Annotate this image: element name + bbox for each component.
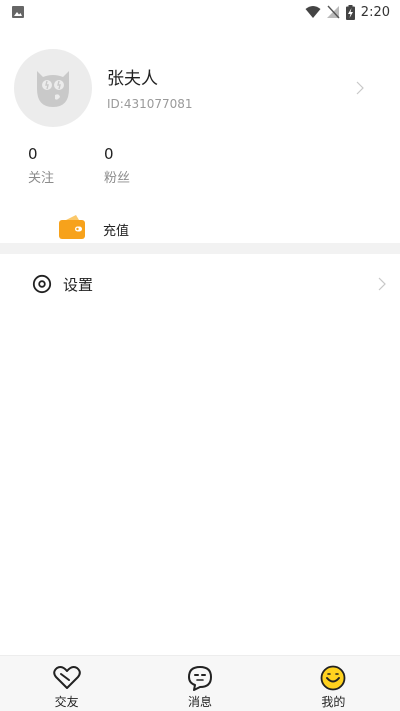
- user-id: ID:431077081: [107, 97, 193, 111]
- recharge-label: 充值: [103, 224, 130, 239]
- nav-label-me: 我的: [321, 695, 346, 709]
- nav-tab-friends[interactable]: 交友: [0, 656, 133, 711]
- username: 张夫人: [107, 69, 158, 89]
- bottom-nav: 交友 消息 我的: [0, 655, 400, 711]
- status-bar: 2:20: [0, 0, 400, 24]
- nav-tab-messages[interactable]: 消息: [133, 656, 266, 711]
- settings-icon: [32, 274, 52, 294]
- avatar[interactable]: [14, 49, 92, 127]
- fans-label: 粉丝: [104, 171, 131, 186]
- status-time: 2:20: [360, 4, 390, 20]
- battery-charging-icon: [345, 4, 355, 20]
- profile-screen: 2:20 张夫人 ID:431077081 0 关注 0 粉丝 充值 设置 交友…: [0, 0, 400, 711]
- default-avatar-icon: [37, 71, 69, 107]
- smiley-icon: [320, 665, 346, 691]
- no-signal-icon: [326, 5, 340, 19]
- following-stat[interactable]: 0 关注: [28, 145, 88, 187]
- nav-label-messages: 消息: [187, 695, 212, 709]
- wallet-icon: [59, 215, 85, 239]
- settings-label: 设置: [63, 276, 94, 294]
- following-label: 关注: [28, 171, 55, 186]
- fans-count: 0: [104, 145, 114, 163]
- status-icons: 2:20: [305, 4, 390, 20]
- fans-stat[interactable]: 0 粉丝: [104, 145, 164, 187]
- recharge-button[interactable]: 充值: [0, 208, 400, 246]
- nav-tab-me[interactable]: 我的: [267, 656, 400, 711]
- chevron-right-icon: [378, 277, 386, 291]
- heart-icon: [52, 666, 81, 689]
- following-count: 0: [28, 145, 38, 163]
- section-divider: [0, 243, 400, 254]
- chevron-right-icon: [356, 81, 364, 95]
- image-notification-icon: [12, 6, 24, 18]
- nav-label-friends: 交友: [54, 695, 79, 709]
- chat-face-icon: [187, 666, 212, 691]
- settings-item[interactable]: 设置: [0, 264, 400, 304]
- wifi-icon: [305, 6, 321, 18]
